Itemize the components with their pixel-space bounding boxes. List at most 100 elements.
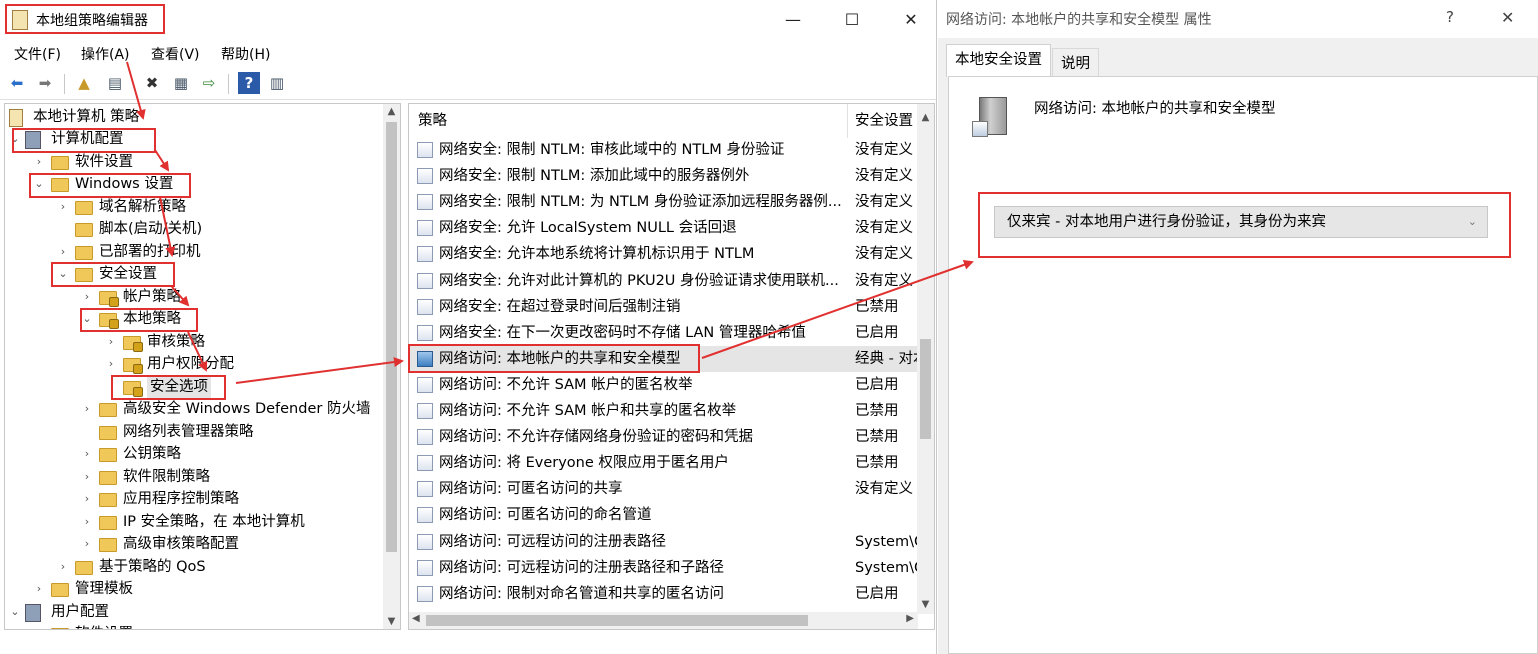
chevron-down-icon[interactable]: ⌄ <box>9 128 21 150</box>
policy-value: 没有定义 <box>855 272 913 289</box>
policy-name: 网络安全: 允许本地系统将计算机标识用于 NTLM <box>439 246 755 263</box>
folder-icon <box>51 178 69 192</box>
tree-item-label: 软件设置 <box>75 623 133 629</box>
policy-list[interactable]: 策略 安全设置 ˄ 网络安全: 限制 NTLM: 审核此域中的 NTLM 身份验… <box>408 103 935 630</box>
folder-icon <box>99 290 119 307</box>
chevron-down-icon[interactable]: ⌄ <box>33 173 45 195</box>
scroll-right-icon[interactable]: ▶ <box>906 613 914 624</box>
tab-explain[interactable]: 说明 <box>1052 48 1099 77</box>
policy-row[interactable]: 网络安全: 限制 NTLM: 添加此域中的服务器例外 没有定义 <box>409 163 918 189</box>
delete-icon[interactable]: ✖ <box>141 72 163 94</box>
chevron-down-icon[interactable]: ⌄ <box>81 308 93 330</box>
tree-item-label: Windows 设置 <box>75 176 174 192</box>
policy-row[interactable]: 网络访问: 本地帐户的共享和安全模型 经典 - 对本 <box>409 345 918 372</box>
tab-panel: 网络访问: 本地帐户的共享和安全模型 仅来宾 - 对本地用户进行身份验证，其身份… <box>948 76 1538 654</box>
policy-value: 已禁用 <box>855 455 899 472</box>
properties-icon[interactable]: ▦ <box>170 72 192 94</box>
chevron-down-icon[interactable]: ⌄ <box>57 263 69 285</box>
tree-item-label: 用户权限分配 <box>147 356 234 372</box>
chevron-right-icon[interactable]: › <box>81 398 93 420</box>
show-action-pane-icon[interactable]: ▥ <box>266 72 288 94</box>
help-button[interactable]: ? <box>1446 8 1454 26</box>
forward-arrow-icon[interactable]: ➡ <box>34 72 56 94</box>
policy-row[interactable]: 网络安全: 限制 NTLM: 审核此域中的 NTLM 身份验证 没有定义 <box>409 137 918 163</box>
policy-row[interactable]: 网络安全: 允许对此计算机的 PKU2U 身份验证请求使用联机... 没有定义 <box>409 268 918 294</box>
back-arrow-icon[interactable]: ⬅ <box>6 72 28 94</box>
export-list-icon[interactable]: ⇨ <box>198 72 220 94</box>
tree-item-label: 公钥策略 <box>123 446 181 462</box>
show-hide-tree-icon[interactable]: ▤ <box>104 72 126 94</box>
policy-name: 网络访问: 本地帐户的共享和安全模型 <box>439 350 681 367</box>
scroll-up-icon[interactable]: ▲ <box>917 112 934 123</box>
chevron-right-icon[interactable]: › <box>105 331 117 353</box>
title-bar: 本地组策略编辑器 — ☐ ✕ <box>0 0 936 40</box>
chevron-right-icon[interactable]: › <box>81 488 93 510</box>
dialog-close-button[interactable]: ✕ <box>1501 8 1514 27</box>
policy-setting-icon <box>417 220 433 237</box>
menu-help[interactable]: 帮助(H) <box>221 44 270 64</box>
policy-row[interactable]: 网络访问: 可远程访问的注册表路径和子路径 System\Cu <box>409 555 918 581</box>
policy-row[interactable]: 网络访问: 不允许 SAM 帐户的匿名枚举 已启用 <box>409 372 918 398</box>
column-header-policy[interactable]: 策略 <box>418 104 447 138</box>
column-separator <box>847 104 848 138</box>
sharing-model-select[interactable]: 仅来宾 - 对本地用户进行身份验证，其身份为来宾 ⌄ <box>994 206 1488 238</box>
tree-vertical-scrollbar[interactable]: ▲ ▼ <box>383 104 400 629</box>
policy-value: 没有定义 <box>855 194 913 211</box>
console-tree[interactable]: 本地计算机 策略 ⌄ 计算机配置 › 软件设置 ⌄ Windows 设置 › 域名解析策略 脚本… <box>4 103 401 630</box>
chevron-right-icon[interactable]: › <box>57 196 69 218</box>
list-hscroll-thumb[interactable] <box>426 615 808 626</box>
chevron-down-icon[interactable]: ⌄ <box>9 601 21 623</box>
chevron-right-icon[interactable]: › <box>81 443 93 465</box>
chevron-down-icon[interactable]: ⌄ <box>1468 207 1477 237</box>
policy-setting-icon <box>417 455 433 472</box>
list-scroll-thumb[interactable] <box>920 339 931 439</box>
maximize-button[interactable]: ☐ <box>829 4 875 36</box>
chevron-right-icon[interactable]: › <box>105 353 117 375</box>
policy-row[interactable]: 网络访问: 将 Everyone 权限应用于匿名用户 已禁用 <box>409 450 918 476</box>
policy-row[interactable]: 网络访问: 可匿名访问的共享 没有定义 <box>409 476 918 502</box>
menu-view[interactable]: 查看(V) <box>151 44 200 64</box>
tree-item-label: 安全选项 <box>147 375 211 398</box>
policy-row[interactable]: 网络安全: 允许本地系统将计算机标识用于 NTLM 没有定义 <box>409 241 918 267</box>
minimize-button[interactable]: — <box>770 4 816 36</box>
chevron-right-icon[interactable]: › <box>81 533 93 555</box>
policy-row[interactable]: 网络访问: 可远程访问的注册表路径 System\Cu <box>409 529 918 555</box>
policy-row[interactable]: 网络访问: 可匿名访问的命名管道 <box>409 502 918 528</box>
help-icon[interactable]: ? <box>238 72 260 94</box>
list-vertical-scrollbar[interactable]: ▲ ▼ <box>917 104 934 614</box>
tree-scroll-thumb[interactable] <box>386 122 397 552</box>
chevron-right-icon[interactable]: › <box>33 151 45 173</box>
menu-file[interactable]: 文件(F) <box>14 44 61 64</box>
policy-row[interactable]: 网络安全: 在下一次更改密码时不存储 LAN 管理器哈希值 已启用 <box>409 320 918 346</box>
policy-value: 已禁用 <box>855 298 899 315</box>
policy-properties-dialog: 网络访问: 本地帐户的共享和安全模型 属性 ? ✕ 本地安全设置 说明 网络访问… <box>938 0 1538 654</box>
menu-action[interactable]: 操作(A) <box>81 44 130 64</box>
scroll-left-icon[interactable]: ◀ <box>412 613 420 624</box>
policy-row[interactable]: 网络安全: 允许 LocalSystem NULL 会话回退 没有定义 <box>409 215 918 241</box>
policy-row[interactable]: 网络访问: 不允许存储网络身份验证的密码和凭据 已禁用 <box>409 424 918 450</box>
policy-row[interactable]: 网络安全: 限制 NTLM: 为 NTLM 身份验证添加远程服务器例... 没有定… <box>409 189 918 215</box>
policy-row[interactable]: 网络访问: 限制对命名管道和共享的匿名访问 已启用 <box>409 581 918 607</box>
scroll-up-icon[interactable]: ▲ <box>383 106 400 117</box>
policy-row[interactable]: 网络访问: 不允许 SAM 帐户和共享的匿名枚举 已禁用 <box>409 398 918 424</box>
tab-local-security-setting[interactable]: 本地安全设置 <box>946 44 1051 77</box>
tree-item-label: IP 安全策略，在 本地计算机 <box>123 513 305 530</box>
chevron-right-icon[interactable]: › <box>81 286 93 308</box>
up-folder-icon[interactable]: ▲ <box>73 72 95 94</box>
scroll-down-icon[interactable]: ▼ <box>383 616 400 627</box>
chevron-right-icon[interactable]: › <box>33 578 45 600</box>
chevron-right-icon[interactable]: › <box>81 511 93 533</box>
column-header-security-setting[interactable]: 安全设置 <box>855 104 913 138</box>
policy-value: 没有定义 <box>855 142 913 158</box>
toolbar-separator <box>228 74 229 94</box>
policy-name: 网络访问: 不允许 SAM 帐户的匿名枚举 <box>439 376 693 393</box>
chevron-right-icon[interactable]: › <box>57 556 69 578</box>
policy-setting-icon <box>417 298 433 315</box>
policy-row[interactable]: 网络安全: 在超过登录时间后强制注销 已禁用 <box>409 294 918 320</box>
close-button[interactable]: ✕ <box>888 4 934 36</box>
list-horizontal-scrollbar[interactable]: ◀ ▶ <box>409 612 918 629</box>
scroll-down-icon[interactable]: ▼ <box>917 599 934 610</box>
chevron-right-icon[interactable]: › <box>81 466 93 488</box>
folder-icon <box>99 313 119 329</box>
chevron-right-icon[interactable]: › <box>57 241 69 263</box>
